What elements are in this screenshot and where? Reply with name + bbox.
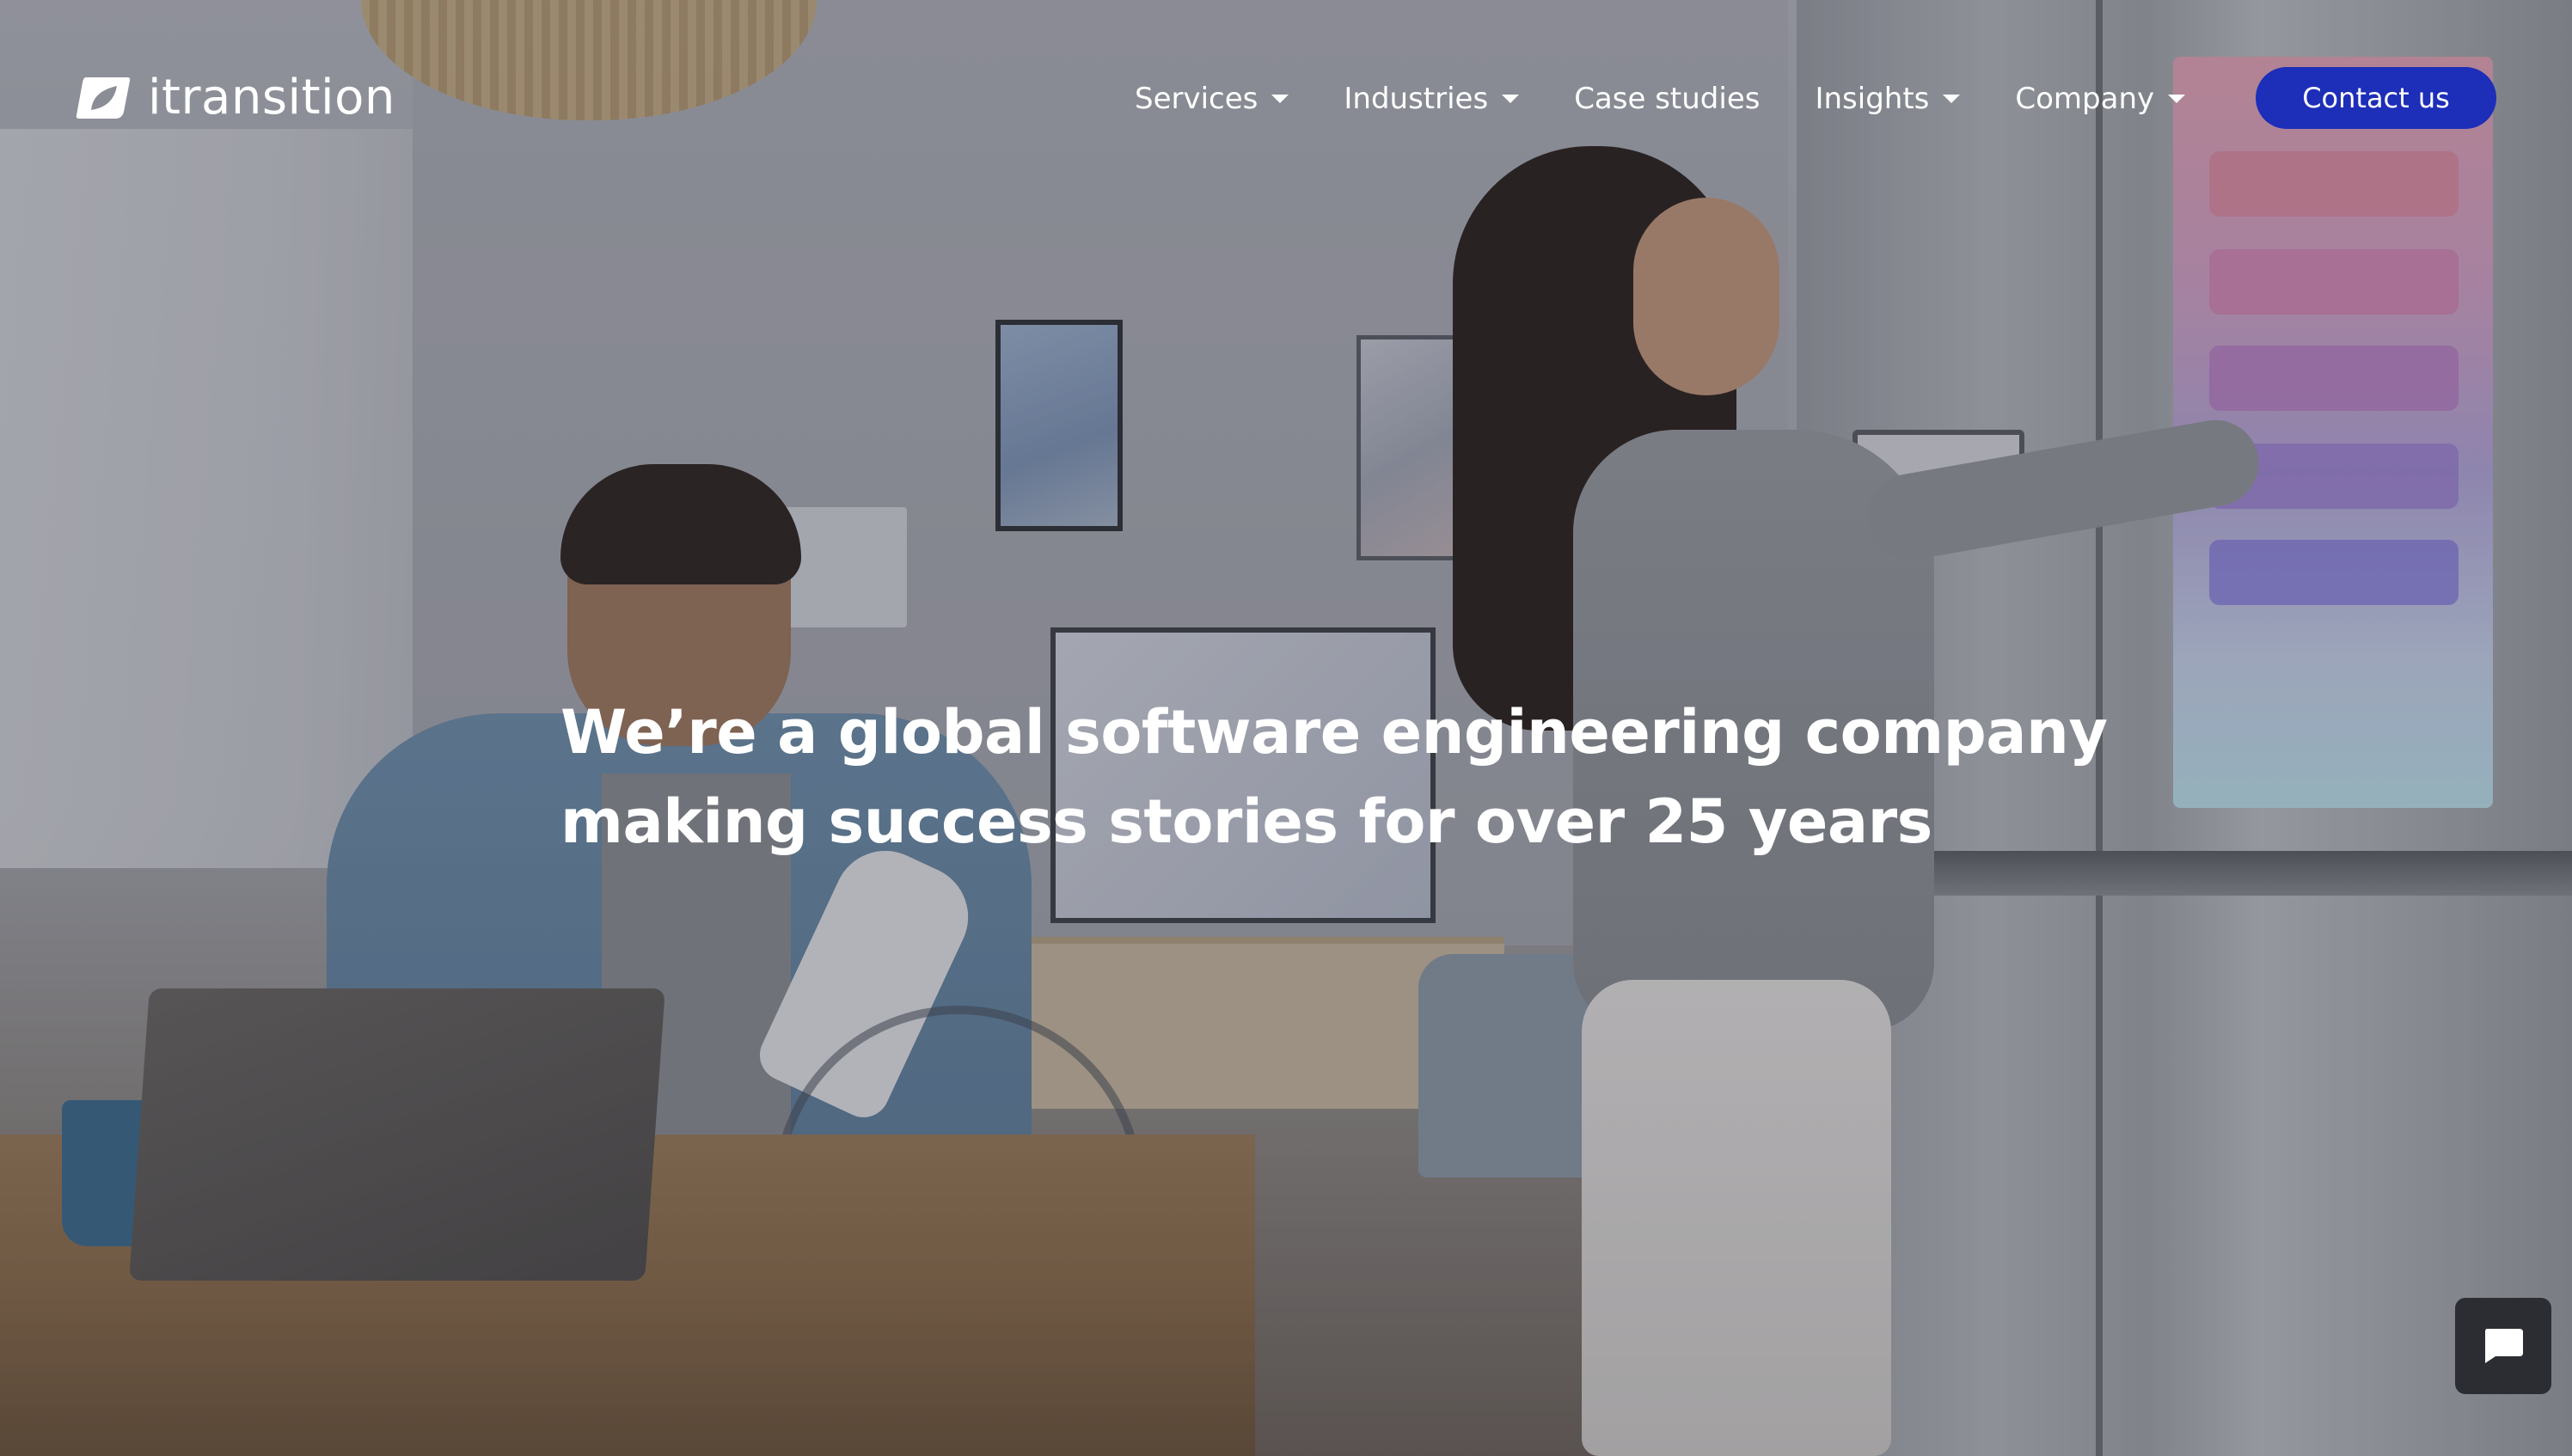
nav-services[interactable]: Services <box>1135 82 1289 116</box>
nav-insights-label: Insights <box>1815 82 1930 116</box>
nav-case-studies[interactable]: Case studies <box>1574 82 1760 116</box>
logo-link[interactable]: itransition <box>74 69 395 125</box>
hero-headline-line-2: making success stories for over 25 years <box>560 786 1932 857</box>
nav-case-studies-label: Case studies <box>1574 82 1761 116</box>
nav-services-label: Services <box>1135 82 1258 116</box>
contact-us-button[interactable]: Contact us <box>2256 67 2496 129</box>
brand-name: itransition <box>148 69 395 125</box>
site-header: itransition Services Industries Case stu… <box>0 0 2572 198</box>
chat-widget-button[interactable] <box>2455 1298 2551 1394</box>
nav-industries-label: Industries <box>1344 82 1489 116</box>
nav-industries[interactable]: Industries <box>1344 82 1520 116</box>
nav-company[interactable]: Company <box>2015 82 2186 116</box>
caret-down-icon <box>2168 95 2186 103</box>
caret-down-icon <box>1502 95 1520 103</box>
main-nav: Services Industries Case studies Insight… <box>1135 60 2240 138</box>
hero-headline: We’re a global software engineering comp… <box>560 688 2108 866</box>
nav-insights[interactable]: Insights <box>1815 82 1961 116</box>
chat-bubble-icon <box>2485 1329 2523 1363</box>
caret-down-icon <box>1271 95 1289 103</box>
leaf-logo-icon <box>76 77 131 119</box>
nav-company-label: Company <box>2015 82 2155 116</box>
caret-down-icon <box>1943 95 1961 103</box>
hero-headline-line-1: We’re a global software engineering comp… <box>560 697 2108 768</box>
